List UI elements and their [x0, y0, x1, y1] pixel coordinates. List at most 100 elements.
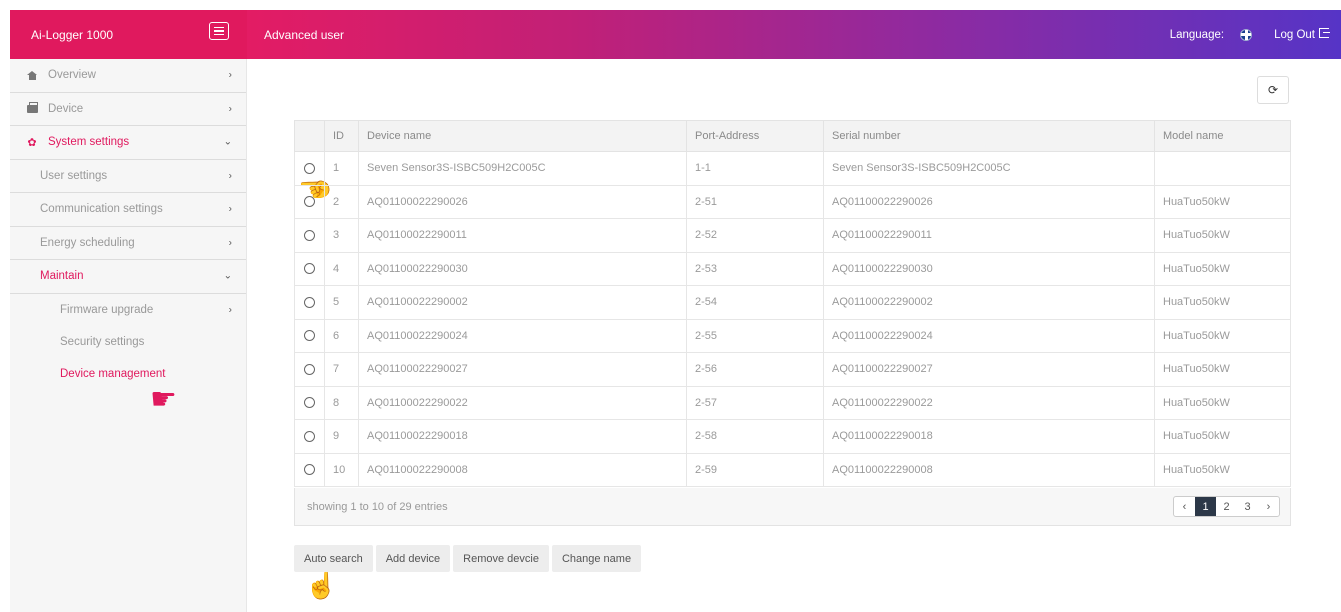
- sidebar-item-security-settings[interactable]: Security settings: [10, 325, 246, 358]
- cell-model-name: HuaTuo50kW: [1154, 352, 1291, 387]
- sidebar-item-user-settings[interactable]: User settings ›: [10, 159, 246, 193]
- select-cell: [294, 285, 325, 320]
- pager-page-3[interactable]: 3: [1237, 497, 1258, 516]
- row-select-radio[interactable]: [304, 430, 315, 442]
- logout-icon: [1319, 28, 1330, 38]
- cell-device-name: AQ01100022290011: [358, 218, 687, 253]
- cell-id: 3: [324, 218, 359, 253]
- chevron-right-icon: ›: [228, 170, 232, 182]
- cell-model-name: [1154, 151, 1291, 186]
- column-header-serial-number: Serial number: [823, 120, 1155, 152]
- row-select-radio[interactable]: [304, 196, 315, 208]
- hamburger-icon: [214, 26, 224, 29]
- cell-serial-number: AQ01100022290024: [823, 318, 1155, 353]
- cell-id: 8: [324, 385, 359, 420]
- cell-device-name: AQ01100022290022: [358, 385, 687, 420]
- sidebar-item-overview[interactable]: Overview ›: [10, 59, 246, 93]
- top-header: Ai-Logger 1000 Advanced user Language: L…: [10, 10, 1341, 59]
- row-select-radio[interactable]: [304, 296, 315, 308]
- cell-device-name: AQ01100022290024: [358, 318, 687, 353]
- sidebar-item-label: Device: [48, 102, 84, 115]
- cell-device-name: AQ01100022290026: [358, 184, 687, 219]
- cell-device-name: AQ01100022290002: [358, 285, 687, 320]
- sidebar-item-label: Energy scheduling: [40, 236, 135, 249]
- sidebar-item-label: System settings: [48, 136, 130, 149]
- brand-area: Ai-Logger 1000: [10, 10, 247, 59]
- sidebar-item-label: User settings: [40, 169, 108, 182]
- row-select-radio[interactable]: [304, 363, 315, 375]
- cell-id: 4: [324, 251, 359, 286]
- table-footer: showing 1 to 10 of 29 entries ‹ 1 2 3 ›: [294, 488, 1291, 526]
- column-header-id: ID: [324, 120, 359, 152]
- cell-port-address: 2-53: [686, 251, 824, 286]
- language-label: Language:: [1169, 28, 1225, 41]
- table-row[interactable]: 5 AQ01100022290002 2-54 AQ01100022290002 Hua…: [294, 285, 1291, 320]
- table-row[interactable]: 9 AQ01100022290018 2-58 AQ01100022290018 Hua…: [294, 419, 1291, 454]
- table-row[interactable]: 1 Seven Sensor3S-ISBC509H2C005C 1-1 Seven S…: [294, 151, 1291, 186]
- select-cell: [294, 184, 325, 219]
- cell-id: 1: [324, 151, 359, 186]
- pagination: ‹ 1 2 3 ›: [1173, 496, 1280, 517]
- change-name-button[interactable]: Change name: [551, 545, 642, 572]
- table-row[interactable]: 4 AQ01100022290030 2-53 AQ01100022290030 Hua…: [294, 251, 1291, 286]
- chevron-right-icon: ›: [228, 203, 232, 215]
- row-select-radio[interactable]: [304, 464, 315, 476]
- sidebar-item-system-settings[interactable]: ✿ System settings ⌄: [10, 126, 246, 160]
- refresh-button[interactable]: ⟳: [1257, 76, 1289, 104]
- cell-serial-number: AQ01100022290027: [823, 352, 1155, 387]
- sidebar-item-firmware-upgrade[interactable]: Firmware upgrade ›: [10, 293, 246, 326]
- sidebar-item-device[interactable]: Device ›: [10, 92, 246, 126]
- cell-id: 10: [324, 452, 359, 487]
- top-bar: Advanced user Language: Log Out: [247, 10, 1341, 59]
- pager-page-2[interactable]: 2: [1216, 497, 1237, 516]
- row-select-radio[interactable]: [304, 263, 315, 275]
- logout-link[interactable]: Log Out: [1274, 28, 1330, 41]
- uk-flag-icon[interactable]: [1240, 28, 1253, 41]
- refresh-icon: ⟳: [1267, 83, 1279, 97]
- select-cell: [294, 452, 325, 487]
- row-select-radio[interactable]: [304, 162, 315, 174]
- table-row[interactable]: 8 AQ01100022290022 2-57 AQ01100022290022 Hua…: [294, 385, 1291, 420]
- cell-port-address: 2-55: [686, 318, 824, 353]
- cell-id: 5: [324, 285, 359, 320]
- table-row[interactable]: 3 AQ01100022290011 2-52 AQ01100022290011 Hua…: [294, 218, 1291, 253]
- pager-next-button[interactable]: ›: [1258, 497, 1279, 516]
- logout-label: Log Out: [1274, 29, 1315, 41]
- table-row[interactable]: 6 AQ01100022290024 2-55 AQ01100022290024 Hua…: [294, 318, 1291, 353]
- cell-device-name: AQ01100022290027: [358, 352, 687, 387]
- sidebar-item-device-management[interactable]: Device management: [10, 357, 246, 390]
- column-header-port-address: Port-Address: [686, 120, 824, 152]
- sidebar-item-energy-scheduling[interactable]: Energy scheduling ›: [10, 226, 246, 260]
- action-bar: Auto search Add device Remove devcie Cha…: [294, 545, 642, 572]
- cell-port-address: 2-56: [686, 352, 824, 387]
- header-right: Language: Log Out: [1169, 10, 1330, 59]
- cell-serial-number: Seven Sensor3S-ISBC509H2C005C: [823, 151, 1155, 186]
- row-select-radio[interactable]: [304, 397, 315, 409]
- auto-search-button[interactable]: Auto search: [294, 545, 373, 572]
- cell-serial-number: AQ01100022290030: [823, 251, 1155, 286]
- add-device-button[interactable]: Add device: [375, 545, 451, 572]
- cell-id: 7: [324, 352, 359, 387]
- row-select-radio[interactable]: [304, 330, 315, 342]
- cell-serial-number: AQ01100022290002: [823, 285, 1155, 320]
- pager-prev-button[interactable]: ‹: [1174, 497, 1195, 516]
- user-role: Advanced user: [264, 27, 345, 42]
- sidebar-item-label: Maintain: [40, 270, 84, 283]
- table-row[interactable]: 7 AQ01100022290027 2-56 AQ01100022290027 Hua…: [294, 352, 1291, 387]
- sidebar-item-communication-settings[interactable]: Communication settings ›: [10, 193, 246, 227]
- sidebar-item-maintain[interactable]: Maintain ⌄: [10, 260, 246, 294]
- cell-port-address: 2-52: [686, 218, 824, 253]
- cell-port-address: 2-59: [686, 452, 824, 487]
- entries-summary: showing 1 to 10 of 29 entries: [307, 500, 448, 513]
- cell-model-name: HuaTuo50kW: [1154, 218, 1291, 253]
- table-row[interactable]: 10 AQ01100022290008 2-59 AQ01100022290008 Hu…: [294, 452, 1291, 487]
- table-row[interactable]: 2 AQ01100022290026 2-51 AQ01100022290026 Hua…: [294, 184, 1291, 219]
- select-cell: [294, 218, 325, 253]
- row-select-radio[interactable]: [304, 229, 315, 241]
- cell-serial-number: AQ01100022290026: [823, 184, 1155, 219]
- hamburger-menu-button[interactable]: [209, 22, 229, 40]
- printer-icon: [26, 101, 38, 113]
- cell-serial-number: AQ01100022290008: [823, 452, 1155, 487]
- remove-device-button[interactable]: Remove devcie: [453, 545, 549, 572]
- pager-page-1[interactable]: 1: [1195, 497, 1216, 516]
